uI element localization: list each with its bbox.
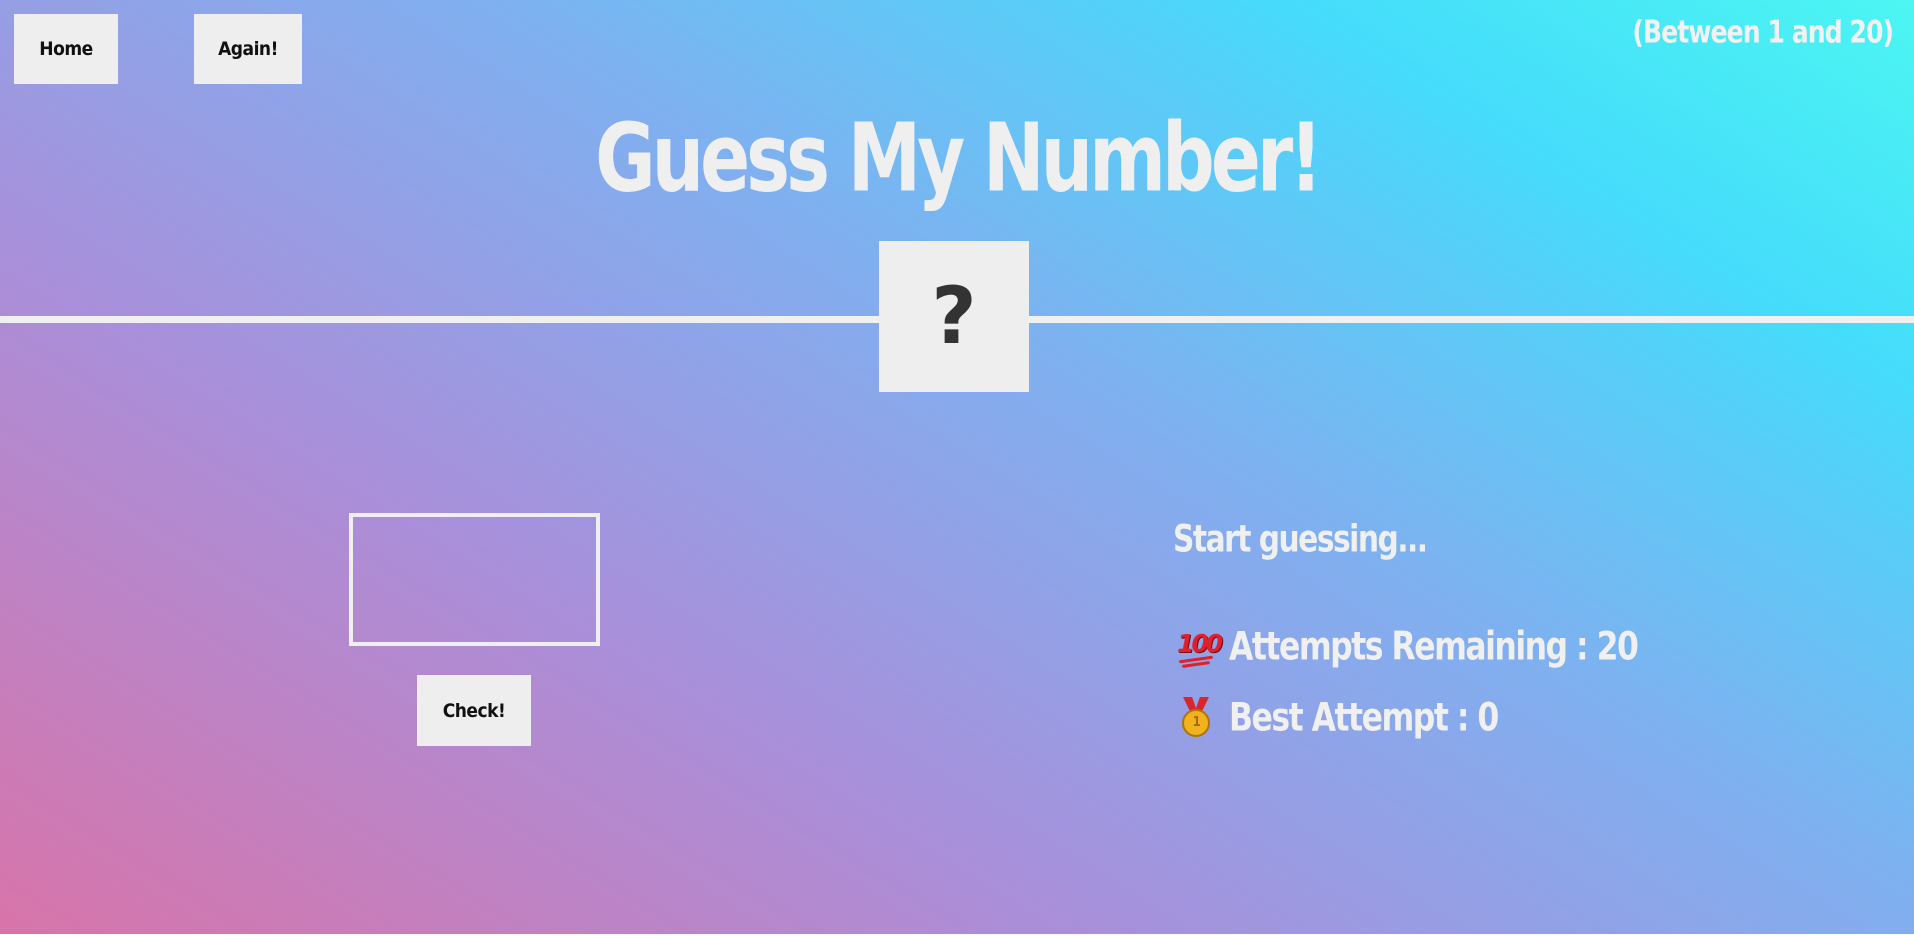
hundred-points-icon: 100 bbox=[1177, 627, 1223, 668]
attempts-remaining: 100 Attempts Remaining : 20 bbox=[1177, 624, 1639, 670]
page-title: Guess My Number! bbox=[595, 104, 1323, 214]
status-message: Start guessing... bbox=[1173, 517, 1428, 561]
range-hint: (Between 1 and 20) bbox=[1632, 14, 1894, 51]
attempts-remaining-label: Attempts Remaining : 20 bbox=[1229, 624, 1639, 670]
game-background: Home Again! (Between 1 and 20) Guess My … bbox=[0, 0, 1914, 934]
secret-number-display: ? bbox=[879, 241, 1029, 392]
check-button[interactable]: Check! bbox=[417, 675, 531, 746]
home-button[interactable]: Home bbox=[14, 14, 118, 84]
best-attempt-label: Best Attempt : 0 bbox=[1229, 695, 1499, 741]
guess-input[interactable] bbox=[349, 513, 600, 646]
again-button[interactable]: Again! bbox=[194, 14, 302, 84]
medal-icon: 1 bbox=[1177, 697, 1215, 739]
best-attempt: 1 Best Attempt : 0 bbox=[1177, 695, 1499, 741]
